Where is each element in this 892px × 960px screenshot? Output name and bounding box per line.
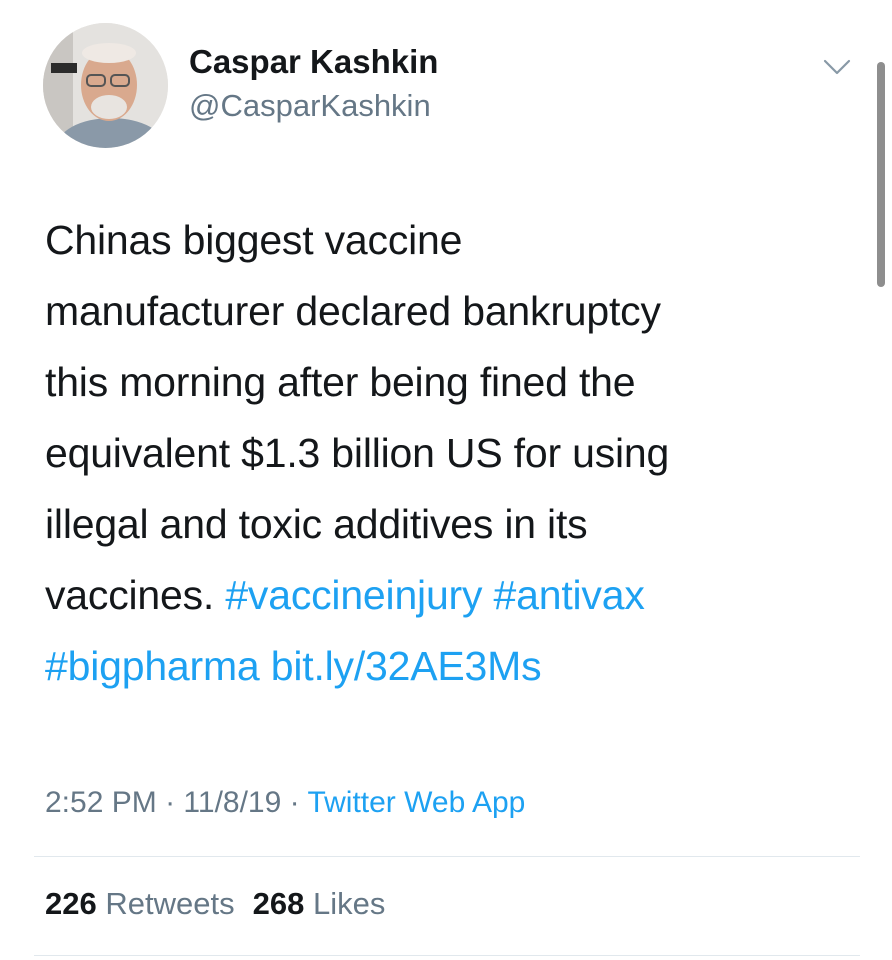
tweet-text-line: equivalent $1.3 billion US for using bbox=[45, 430, 670, 476]
author-handle[interactable]: @CasparKashkin bbox=[189, 88, 431, 124]
tweet-meta: 2:52 PM · 11/8/19 · Twitter Web App bbox=[45, 786, 525, 820]
chevron-down-icon[interactable] bbox=[823, 58, 851, 76]
tweet-card: Caspar Kashkin @CasparKashkin Chinas big… bbox=[0, 0, 892, 960]
retweets-label: Retweets bbox=[105, 886, 235, 921]
meta-separator: · bbox=[289, 786, 300, 819]
hashtag-bigpharma[interactable]: #bigpharma bbox=[45, 643, 260, 689]
tweet-text: Chinas biggest vaccine manufacturer decl… bbox=[45, 205, 845, 702]
retweets-count: 226 bbox=[45, 886, 97, 921]
tweet-text-line: Chinas biggest vaccine bbox=[45, 217, 463, 263]
hashtag-vaccineinjury[interactable]: #vaccineinjury bbox=[225, 572, 482, 618]
tweet-text-line: #bigpharma bit.ly/32AE3Ms bbox=[45, 631, 845, 702]
meta-separator: · bbox=[165, 786, 176, 819]
tweet-text-segment: vaccines. bbox=[45, 572, 226, 618]
divider bbox=[34, 856, 860, 857]
tweet-text-line: manufacturer declared bankruptcy bbox=[45, 288, 661, 334]
tweet-source[interactable]: Twitter Web App bbox=[307, 786, 525, 819]
tweet-time[interactable]: 2:52 PM bbox=[45, 786, 157, 819]
divider bbox=[34, 955, 860, 956]
likes-label: Likes bbox=[312, 886, 386, 921]
scrollbar[interactable] bbox=[877, 62, 885, 287]
avatar-photo bbox=[43, 23, 168, 148]
tweet-date[interactable]: 11/8/19 bbox=[183, 786, 281, 819]
likes-count: 268 bbox=[252, 886, 305, 921]
tweet-link[interactable]: bit.ly/32AE3Ms bbox=[271, 643, 542, 689]
tweet-text-line: this morning after being fined the bbox=[45, 359, 636, 405]
retweets-stat[interactable]: 226 Retweets bbox=[45, 886, 235, 921]
tweet-stats: 226 Retweets 268 Likes bbox=[45, 886, 385, 922]
avatar[interactable] bbox=[43, 23, 168, 148]
tweet-text-line: illegal and toxic additives in its bbox=[45, 501, 588, 547]
tweet-text-line: vaccines. #vaccineinjury #antivax bbox=[45, 560, 845, 631]
author-name[interactable]: Caspar Kashkin bbox=[189, 43, 438, 81]
hashtag-antivax[interactable]: #antivax bbox=[494, 572, 645, 618]
likes-stat[interactable]: 268 Likes bbox=[253, 886, 386, 921]
